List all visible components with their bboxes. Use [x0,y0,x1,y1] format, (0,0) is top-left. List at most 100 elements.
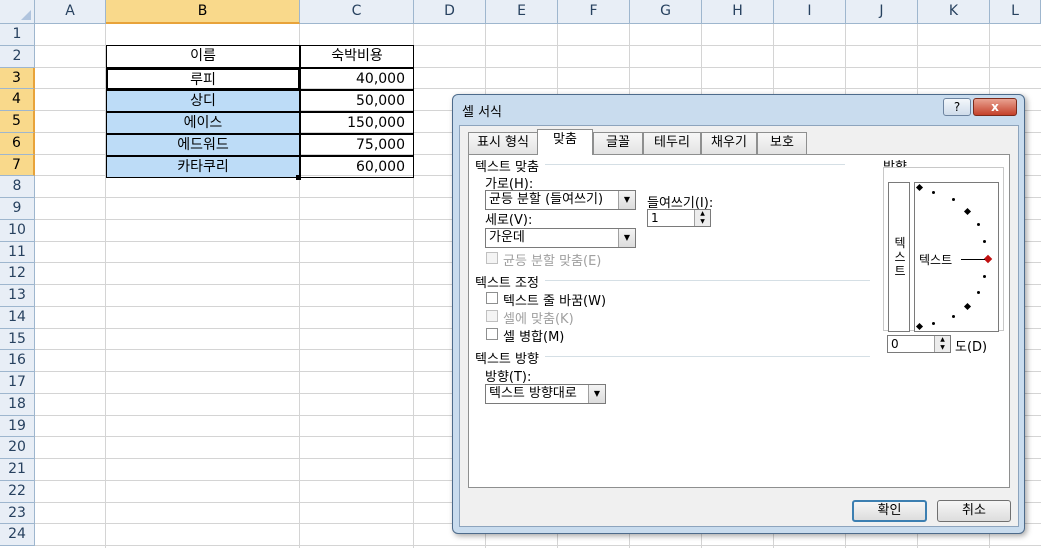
text-control-section-title: 텍스트 조정 [475,276,539,291]
row-header[interactable]: 3 [0,67,35,90]
dial-mark [963,207,972,216]
row-header[interactable]: 5 [0,111,35,133]
dialog-title: 셀 서식 [462,105,503,120]
justify-distributed-checkbox[interactable] [486,252,498,264]
column-header-j[interactable]: J [846,0,918,24]
cost-cell[interactable]: 40,000 [300,68,414,90]
chevron-down-icon[interactable]: ▼ [618,191,635,209]
dial-mark [932,322,935,325]
column-header-c[interactable]: C [300,0,414,24]
dial-pointer[interactable] [983,254,993,264]
row-header[interactable]: 14 [0,306,35,329]
divider [545,280,870,281]
column-header-g[interactable]: G [630,0,702,24]
horizontal-select[interactable]: 균등 분할 (들여쓰기) ▼ [485,190,636,210]
dial-mark [915,183,924,192]
dial-text: 텍스트 [919,253,953,267]
row-header[interactable]: 17 [0,372,35,394]
direction-label: 방향(T): [485,370,532,385]
chevron-down-icon[interactable]: ▼ [618,229,635,247]
vertical-select[interactable]: 가운데 ▼ [485,228,636,248]
column-header-k[interactable]: K [918,0,990,24]
row-header[interactable]: 4 [0,89,35,111]
tab-number[interactable]: 표시 형식 [468,132,538,154]
spinner-arrows-icon[interactable]: ▲ ▼ [934,336,950,352]
name-cell[interactable]: 상디 [106,90,300,112]
row-header[interactable]: 18 [0,393,35,416]
row-header[interactable]: 19 [0,415,35,438]
cost-cell[interactable]: 60,000 [300,156,414,178]
row-header[interactable]: 7 [0,154,35,177]
row-header[interactable]: 10 [0,219,35,242]
header-name-cell[interactable]: 이름 [106,45,300,68]
direction-select[interactable]: 텍스트 방향대로 ▼ [485,384,606,404]
header-cost-cell[interactable]: 숙박비용 [300,45,414,68]
wrap-text-checkbox[interactable] [486,292,498,304]
row-header[interactable]: 20 [0,437,35,459]
orientation-control[interactable]: 텍 스 트 텍스트 [883,167,1004,332]
row-header[interactable]: 6 [0,132,35,155]
column-header-b[interactable]: B [106,0,300,24]
tab-protection[interactable]: 보호 [757,132,807,154]
row-header[interactable]: 11 [0,241,35,264]
column-header-f[interactable]: F [558,0,630,24]
row-header[interactable]: 22 [0,480,35,503]
degrees-value: 0 [891,337,899,351]
dial-line [961,259,985,260]
cost-cell[interactable]: 75,000 [300,134,414,156]
row-header[interactable]: 24 [0,524,35,546]
orientation-dial[interactable]: 텍스트 [914,182,999,332]
tab-fill[interactable]: 채우기 [701,132,757,154]
justify-distributed-label: 균등 분할 맞춤(E) [503,254,602,269]
grid-line [35,545,1041,546]
vertical-text: 텍 스 트 [894,236,906,278]
column-header-l[interactable]: L [990,0,1041,24]
tab-font[interactable]: 글꼴 [593,132,643,154]
format-cells-dialog: 셀 서식 ? x 표시 형식 맞춤 글꼴 테두리 채우기 보호 텍스트 맞춤 가… [452,94,1025,534]
name-cell[interactable]: 카타쿠리 [106,156,300,178]
row-header[interactable]: 13 [0,285,35,307]
select-all-corner[interactable] [0,0,35,24]
column-header-d[interactable]: D [414,0,486,24]
spinner-arrows-icon[interactable]: ▲ ▼ [694,210,710,226]
indent-spinner[interactable]: 1 ▲ ▼ [647,209,711,227]
merge-cells-checkbox[interactable] [486,328,498,340]
fill-handle[interactable] [296,175,301,180]
row-header[interactable]: 16 [0,350,35,372]
row-header[interactable]: 21 [0,459,35,481]
dial-mark [963,302,972,311]
row-header[interactable]: 1 [0,24,35,46]
row-header[interactable]: 15 [0,328,35,351]
cancel-button[interactable]: 취소 [937,500,1011,522]
dial-mark [915,322,924,331]
tab-border[interactable]: 테두리 [643,132,701,154]
row-header[interactable]: 12 [0,263,35,285]
column-header-a[interactable]: A [35,0,106,24]
degrees-spinner[interactable]: 0 ▲ ▼ [887,335,951,353]
row-header[interactable]: 23 [0,502,35,525]
column-header-h[interactable]: H [702,0,774,24]
row-header[interactable]: 8 [0,176,35,198]
direction-value: 텍스트 방향대로 [489,386,577,401]
name-cell[interactable]: 에드워드 [106,134,300,156]
degrees-label: 도(D) [955,340,988,355]
merge-cells-label: 셀 병합(M) [503,330,565,345]
ok-button[interactable]: 확인 [852,500,927,522]
dial-mark [977,291,980,294]
text-direction-section-title: 텍스트 방향 [475,352,539,367]
help-button[interactable]: ? [943,98,971,116]
name-cell[interactable]: 에이스 [106,112,300,134]
column-header-e[interactable]: E [486,0,558,24]
shrink-to-fit-checkbox[interactable] [486,310,498,322]
vertical-text-box[interactable]: 텍 스 트 [888,182,910,332]
name-cell[interactable]: 루피 [106,68,300,90]
horizontal-value: 균등 분할 (들여쓰기) [489,192,604,207]
cost-cell[interactable]: 150,000 [300,112,414,134]
column-header-i[interactable]: I [774,0,846,24]
close-button[interactable]: x [973,98,1017,116]
tab-alignment[interactable]: 맞춤 [537,129,593,155]
cost-cell[interactable]: 50,000 [300,90,414,112]
chevron-down-icon[interactable]: ▼ [588,385,605,403]
row-header[interactable]: 9 [0,198,35,220]
row-header[interactable]: 2 [0,45,35,68]
